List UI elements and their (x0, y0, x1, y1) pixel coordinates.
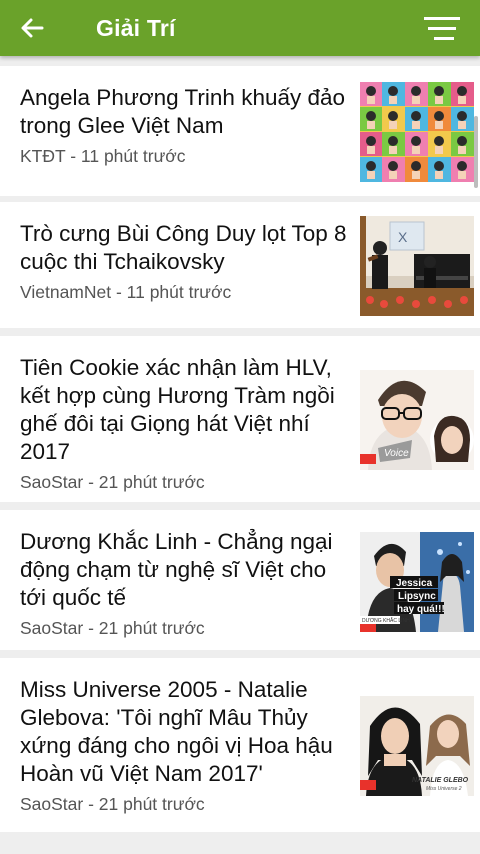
natalie-name-text: NATALIE GLEBO (412, 777, 469, 784)
article-text: Dương Khắc Linh - Chẳng ngại động chạm t… (20, 528, 350, 640)
article-thumbnail[interactable]: Voice (360, 370, 474, 470)
duong-khac-linh-image: Jessica Lipsync hay quá!!! DƯƠNG KHẮC LI… (360, 532, 474, 632)
page-title: Giải Trí (96, 15, 176, 41)
natalie-glebova-image: NATALIE GLEBO Miss Universe 2 (360, 696, 474, 796)
svg-text:X: X (398, 229, 408, 245)
arrow-left-icon (21, 18, 44, 38)
article-title[interactable]: Dương Khắc Linh - Chẳng ngại động chạm t… (20, 528, 350, 612)
name-tag-text: DƯƠNG KHẮC LINH (362, 616, 410, 624)
article-meta: SaoStar - 21 phút trước (20, 618, 205, 638)
sticker-line-3: hay quá!!! (397, 604, 445, 615)
article-card[interactable]: Dương Khắc Linh - Chẳng ngại động chạm t… (0, 510, 480, 650)
sticker-line-1: Jessica (396, 578, 433, 589)
article-thumbnail[interactable]: X (360, 216, 474, 316)
voice-coaches-image: Voice (360, 370, 474, 470)
article-thumbnail[interactable]: NATALIE GLEBO Miss Universe 2 (360, 696, 474, 796)
voice-logo-text: Voice (384, 448, 409, 459)
article-title[interactable]: Miss Universe 2005 - Natalie Glebova: 'T… (20, 676, 350, 788)
article-text: Trò cưng Bùi Công Duy lọt Top 8 cuộc thi… (20, 220, 350, 304)
article-card[interactable]: Trò cưng Bùi Công Duy lọt Top 8 cuộc thi… (0, 202, 480, 328)
violin-concert-image: X (360, 216, 474, 316)
article-card[interactable]: Miss Universe 2005 - Natalie Glebova: 'T… (0, 658, 480, 832)
glee-collage-image (360, 82, 474, 182)
article-title[interactable]: Tiên Cookie xác nhận làm HLV, kết hợp cù… (20, 354, 350, 466)
article-meta: KTĐT - 11 phút trước (20, 146, 186, 166)
article-text: Miss Universe 2005 - Natalie Glebova: 'T… (20, 676, 350, 816)
article-card[interactable]: Tiên Cookie xác nhận làm HLV, kết hợp cù… (0, 336, 480, 502)
article-meta: VietnamNet - 11 phút trước (20, 282, 232, 302)
article-meta: SaoStar - 21 phút trước (20, 794, 205, 814)
sticker-line-2: Lipsync (398, 591, 436, 602)
article-meta: SaoStar - 21 phút trước (20, 472, 205, 492)
article-title[interactable]: Trò cưng Bùi Công Duy lọt Top 8 cuộc thi… (20, 220, 350, 276)
app-bar: Giải Trí (0, 0, 480, 56)
article-text: Tiên Cookie xác nhận làm HLV, kết hợp cù… (20, 354, 350, 494)
back-button[interactable] (16, 12, 48, 44)
article-card[interactable]: Angela Phương Trinh khuấy đảo trong Glee… (0, 66, 480, 196)
sort-menu-button[interactable] (420, 14, 464, 44)
article-thumbnail[interactable]: Jessica Lipsync hay quá!!! DƯƠNG KHẮC LI… (360, 532, 474, 632)
article-thumbnail[interactable] (360, 82, 474, 182)
article-text: Angela Phương Trinh khuấy đảo trong Glee… (20, 84, 350, 168)
article-title[interactable]: Angela Phương Trinh khuấy đảo trong Glee… (20, 84, 350, 140)
scrollbar[interactable] (474, 116, 478, 188)
natalie-subtitle-text: Miss Universe 2 (426, 786, 462, 792)
sort-menu-icon (424, 17, 460, 40)
